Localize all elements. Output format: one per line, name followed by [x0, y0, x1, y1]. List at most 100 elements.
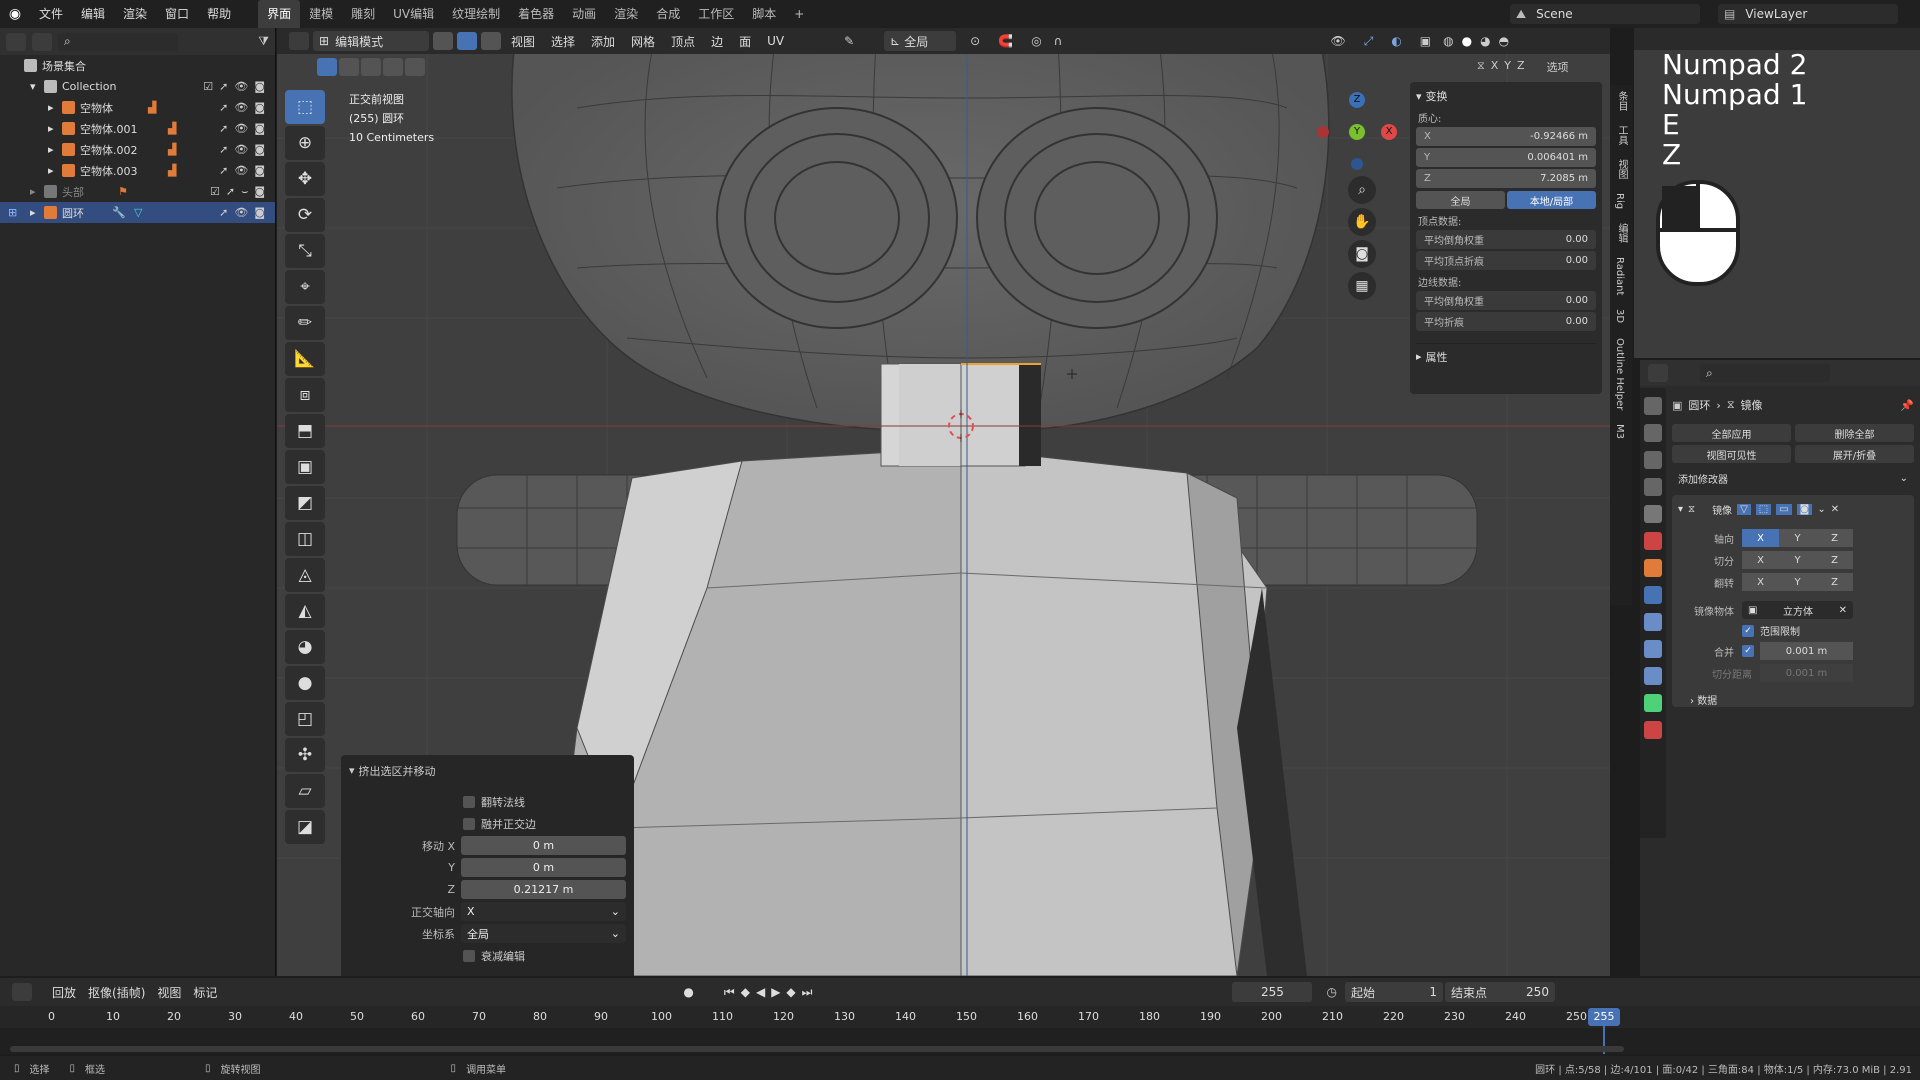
properties-search-input[interactable]: ⌕: [1700, 364, 1830, 382]
tab-3d[interactable]: 3D: [1614, 309, 1625, 323]
play-icon[interactable]: ▶: [771, 985, 780, 999]
tab-m3[interactable]: M3: [1614, 424, 1625, 439]
render-tab-icon[interactable]: [1644, 424, 1662, 442]
vertex-select-icon[interactable]: [433, 32, 453, 50]
select-icon[interactable]: ➚: [219, 101, 228, 114]
menu-help[interactable]: 帮助: [198, 0, 240, 28]
tab-workspace[interactable]: 工作区: [689, 0, 743, 28]
vertex-bevel-field[interactable]: 平均倒角权重 0.00: [1416, 230, 1596, 249]
constraints-tab-icon[interactable]: [1644, 667, 1662, 685]
eye-icon[interactable]: 👁: [234, 164, 248, 177]
transform-section-header[interactable]: ▾ 变换: [1416, 86, 1596, 106]
tab-rig[interactable]: Rig: [1614, 193, 1625, 209]
expand-collapse-button[interactable]: 展开/折叠: [1795, 445, 1914, 463]
vertex-crease-field[interactable]: 平均顶点折痕 0.00: [1416, 251, 1596, 270]
move-tool[interactable]: ✥: [285, 162, 325, 196]
properties-section-header[interactable]: ▸ 属性: [1416, 343, 1596, 364]
shear-tool[interactable]: ▱: [285, 774, 325, 808]
pivot-icon[interactable]: ⊙: [970, 34, 980, 48]
delete-all-button[interactable]: 删除全部: [1795, 424, 1914, 442]
median-y-field[interactable]: Y 0.006401 m: [1416, 148, 1596, 167]
filter-icon[interactable]: ⧩: [258, 34, 269, 49]
add-modifier-dropdown[interactable]: 添加修改器 ⌄: [1672, 469, 1914, 487]
median-x-field[interactable]: X -0.92466 m: [1416, 127, 1596, 146]
eye-icon[interactable]: 👁: [234, 206, 248, 219]
mode-selector[interactable]: ⊞ 编辑模式: [313, 31, 429, 51]
add-workspace-button[interactable]: +: [785, 0, 813, 28]
menu-marker[interactable]: 标记: [187, 984, 223, 1001]
timeline-area[interactable]: 0 10 20 30 40 50 60 70 80 90 100 110 120…: [0, 1006, 1920, 1054]
camera-icon[interactable]: ◙: [254, 206, 265, 219]
camera-icon[interactable]: ◙: [254, 143, 265, 156]
axis-y-label[interactable]: Y: [1349, 124, 1365, 140]
play-reverse-icon[interactable]: ◀: [756, 985, 765, 999]
options-menu[interactable]: 选项: [1547, 59, 1569, 75]
select-new-icon[interactable]: [317, 58, 337, 76]
tab-shading[interactable]: 着色器: [509, 0, 563, 28]
eye-hidden-icon[interactable]: ⌣: [241, 185, 248, 199]
shading-material-icon[interactable]: ◕: [1480, 34, 1490, 48]
eye-icon[interactable]: 👁: [234, 122, 248, 135]
tab-modeling[interactable]: 建模: [300, 0, 342, 28]
expand-arrow-icon[interactable]: ▸: [48, 122, 62, 135]
measure-tool[interactable]: 📐: [285, 342, 325, 376]
shading-wire-icon[interactable]: ◍: [1443, 34, 1453, 48]
select-icon[interactable]: ➚: [219, 164, 228, 177]
tab-sculpting[interactable]: 雕刻: [342, 0, 384, 28]
tool-tab-icon[interactable]: [1644, 397, 1662, 415]
record-button[interactable]: ●: [683, 985, 693, 999]
apply-all-button[interactable]: 全部应用: [1672, 424, 1791, 442]
transform-tool[interactable]: ⌖: [285, 270, 325, 304]
chevron-down-icon[interactable]: ⌄: [1817, 504, 1825, 515]
viewport-toggle-icon[interactable]: ▭: [1776, 503, 1792, 515]
merge-distance-field[interactable]: 0.001 m: [1760, 642, 1853, 660]
data-tab-icon[interactable]: [1644, 694, 1662, 712]
select-icon[interactable]: ➚: [219, 143, 228, 156]
eyedropper-icon[interactable]: ✎: [844, 34, 854, 48]
particles-tab-icon[interactable]: [1644, 613, 1662, 631]
playhead[interactable]: 255: [1588, 1008, 1620, 1026]
pin-icon[interactable]: 📌: [1900, 399, 1914, 412]
menu-file[interactable]: 文件: [30, 0, 72, 28]
move-z-field[interactable]: 0.21217 m: [461, 880, 626, 899]
select-icon[interactable]: ➚: [219, 206, 228, 219]
select-icon[interactable]: ➚: [219, 80, 228, 93]
cursor-tool[interactable]: ⊕: [285, 126, 325, 160]
checkbox-icon[interactable]: ☑: [203, 80, 213, 93]
tab-animation[interactable]: 动画: [563, 0, 605, 28]
tab-radiant[interactable]: Radiant: [1614, 257, 1625, 295]
outliner-search-input[interactable]: ⌕: [58, 32, 178, 51]
ortho-axis-dropdown[interactable]: X ⌄: [461, 902, 626, 921]
merge-checkbox[interactable]: ✓: [1742, 645, 1754, 657]
rotate-tool[interactable]: ⟳: [285, 198, 325, 232]
camera-icon[interactable]: ◙: [254, 185, 265, 199]
gizmo-icon[interactable]: ⤢: [1364, 34, 1374, 49]
select-extend-icon[interactable]: [339, 58, 359, 76]
flip-x-toggle[interactable]: X: [1742, 573, 1779, 591]
scene-tab-icon[interactable]: [1644, 505, 1662, 523]
menu-keying[interactable]: 抠像(插帧): [82, 984, 151, 1001]
flip-z-toggle[interactable]: Z: [1816, 573, 1853, 591]
edge-select-icon[interactable]: [457, 32, 477, 50]
clipping-checkbox[interactable]: ✓: [1742, 624, 1754, 637]
data-subpanel-header[interactable]: › 数据: [1678, 692, 1908, 707]
expand-arrow-icon[interactable]: ▸: [30, 206, 44, 219]
axis-neg-x-dot[interactable]: [1317, 126, 1329, 138]
blender-logo-icon[interactable]: ◉: [0, 6, 30, 22]
close-icon[interactable]: ✕: [1831, 504, 1839, 515]
expand-arrow-icon[interactable]: ▸: [48, 143, 62, 156]
menu-mesh[interactable]: 网格: [625, 33, 661, 50]
select-icon[interactable]: ➚: [219, 122, 228, 135]
select-box-tool[interactable]: ⬚: [285, 90, 325, 124]
outliner-row-torus[interactable]: ⊞ ▸ 圆环 🔧 ▽ ➚ 👁 ◙: [0, 202, 275, 223]
menu-vertex[interactable]: 顶点: [665, 33, 701, 50]
menu-window[interactable]: 窗口: [156, 0, 198, 28]
outliner-scene-collection[interactable]: 场景集合: [0, 55, 275, 76]
add-cube-tool[interactable]: ⧈: [285, 378, 325, 412]
operator-header[interactable]: ▾ 挤出选区并移动: [349, 760, 626, 781]
coord-system-dropdown[interactable]: 全局 ⌄: [461, 924, 626, 943]
modifier-name[interactable]: 镜像: [1712, 502, 1732, 517]
view-layer-tab-icon[interactable]: [1644, 478, 1662, 496]
inset-tool[interactable]: ▣: [285, 450, 325, 484]
object-tab-icon[interactable]: [1644, 559, 1662, 577]
